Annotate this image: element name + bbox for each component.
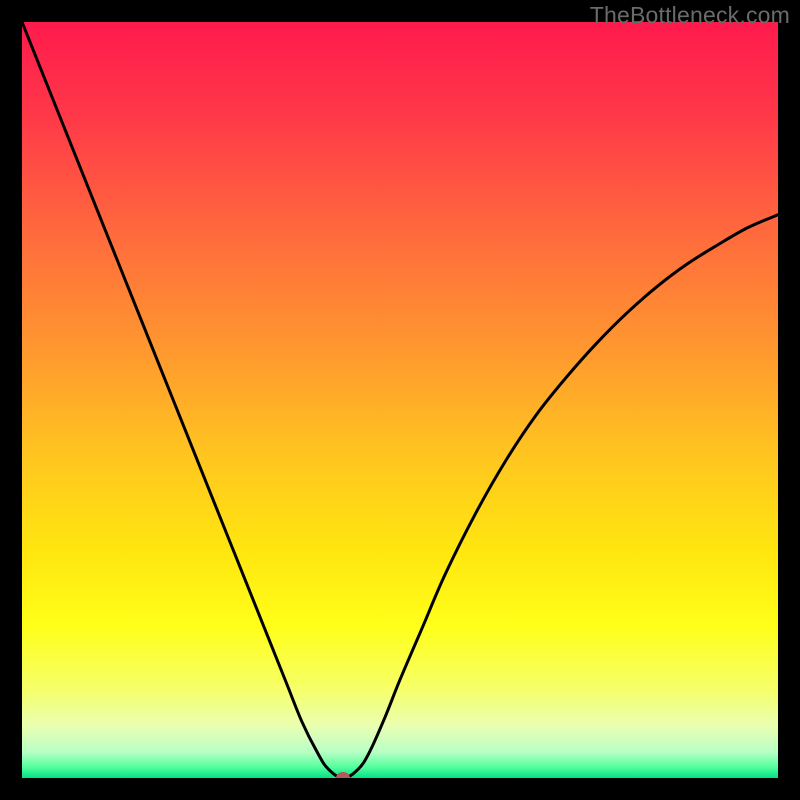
plot-area [22, 22, 778, 778]
watermark-text: TheBottleneck.com [590, 2, 790, 29]
chart-frame: TheBottleneck.com [0, 0, 800, 800]
optimal-point-marker [336, 772, 350, 778]
bottleneck-curve [22, 22, 778, 778]
